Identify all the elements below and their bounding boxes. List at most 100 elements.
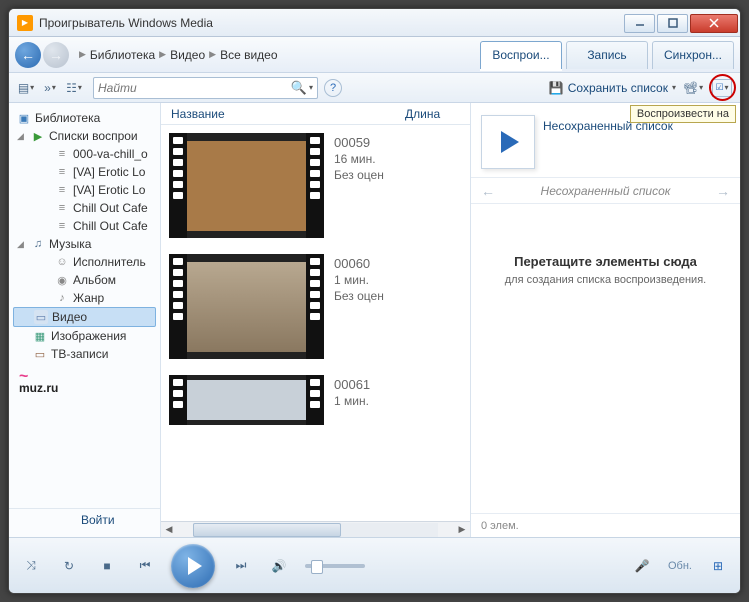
collapse-icon[interactable]: ◢ [17,239,27,250]
video-item[interactable]: 00061 1 мин. [161,367,470,433]
toolbar: ▤ » ☷ 🔍 ▾ ? 💾 Сохранить список ▾ 📽 ☑ Вос… [9,73,740,103]
video-items: 00059 16 мин. Без оцен 00060 1 мин. Без [161,125,470,521]
search-input[interactable] [98,81,291,95]
sidebar-playlist-item[interactable]: ≡[VA] Erotic Lo [9,163,160,181]
signin-link[interactable]: Войти [9,508,160,531]
artist-icon: ☺ [55,255,69,269]
playlist-nav: ← Несохраненный список → [471,178,740,204]
playback-controls: ⤨ ↻ ■ ⏮ ⏭ 🔊 🎤 Обн. ⊞ [9,537,740,593]
video-duration: 1 мин. [334,394,370,408]
item-count: 0 элем. [481,520,519,532]
drop-text-main: Перетащите элементы сюда [491,254,720,269]
play-to-button[interactable]: 📽 [682,77,704,99]
tooltip: Воспроизвести на [630,105,736,123]
app-window: Проигрыватель Windows Media ← → ▶ Библио… [8,8,741,594]
video-thumbnail [169,375,324,425]
next-button[interactable]: ⏭ [229,554,253,578]
help-button[interactable]: ? [324,79,342,97]
options-toggle[interactable]: ☑ [712,79,732,97]
mute-button[interactable]: 🔊 [267,554,291,578]
breadcrumb-library[interactable]: Библиотека [90,48,155,62]
sidebar-music[interactable]: ◢♫Музыка [9,235,160,253]
switch-view-button[interactable]: ⊞ [706,554,730,578]
collapse-icon[interactable]: ◢ [17,131,27,142]
repeat-button[interactable]: ↻ [57,554,81,578]
tab-play[interactable]: Воспрои... [480,41,562,69]
tab-sync[interactable]: Синхрон... [652,41,734,69]
list-header: Название Длина [161,103,470,125]
prev-list-button[interactable]: ← [481,183,495,199]
h-scrollbar[interactable]: ◀ ▶ [161,521,470,537]
sidebar-playlist-item[interactable]: ≡000-va-chill_o [9,145,160,163]
tab-burn[interactable]: Запись [566,41,648,69]
save-icon: 💾 [549,81,564,95]
chevron-down-icon[interactable]: ▾ [309,83,313,92]
next-list-button[interactable]: → [716,183,730,199]
search-icon[interactable]: 🔍 [291,80,307,96]
scroll-thumb[interactable] [193,523,341,537]
breadcrumb-video[interactable]: Видео [170,48,205,62]
video-icon: ▭ [34,310,48,324]
play-button[interactable] [171,544,215,588]
playlist-drop-zone[interactable]: Перетащите элементы сюда для создания сп… [471,204,740,513]
maximize-button[interactable] [657,14,688,33]
sidebar-playlist-item[interactable]: ≡Chill Out Cafe [9,199,160,217]
back-button[interactable]: ← [15,42,41,68]
breadcrumb: ▶ Библиотека ▶ Видео ▶ Все видео [79,48,480,62]
shuffle-button[interactable]: ⤨ [19,554,43,578]
chevron-right-icon: ▶ [209,49,216,60]
video-list: Название Длина 00059 16 мин. Без оцен [161,103,470,537]
album-icon: ◉ [55,273,69,287]
breadcrumb-all-video[interactable]: Все видео [220,48,277,62]
col-name[interactable]: Название [171,107,405,121]
organize-menu[interactable]: ▤ [15,77,37,99]
view-menu[interactable]: ☷ [63,77,85,99]
mic-button[interactable]: 🎤 [630,554,654,578]
chevron-right-icon: ▶ [79,49,86,60]
scroll-right-icon[interactable]: ▶ [454,523,470,537]
stop-button[interactable]: ■ [95,554,119,578]
playlist-subtitle: Несохраненный список [541,184,671,198]
col-length[interactable]: Длина [405,107,460,121]
sidebar-tv[interactable]: ▭ТВ-записи [9,345,160,363]
sidebar-genre[interactable]: ♪Жанр [9,289,160,307]
sidebar-playlists[interactable]: ◢▶Списки воспрои [9,127,160,145]
drop-text-sub: для создания списка воспроизведения. [491,273,720,288]
forward-button[interactable]: → [43,42,69,68]
close-button[interactable] [690,14,738,33]
update-button[interactable]: Обн. [668,560,692,572]
titlebar: Проигрыватель Windows Media [9,9,740,37]
video-item[interactable]: 00060 1 мин. Без оцен [161,246,470,367]
sidebar-library[interactable]: ▣Библиотека [9,109,160,127]
prev-button[interactable]: ⏮ [133,554,157,578]
stream-menu[interactable]: » [39,77,61,99]
music-icon: ♫ [31,237,45,251]
sidebar-images[interactable]: ▦Изображения [9,327,160,345]
video-duration: 1 мин. [334,273,384,287]
minimize-button[interactable] [624,14,655,33]
save-list-button[interactable]: 💾 Сохранить список ▾ [549,81,676,95]
playlist-icon: ▶ [31,129,45,143]
video-id: 00059 [334,135,384,150]
sidebar-playlist-item[interactable]: ≡Chill Out Cafe [9,217,160,235]
video-id: 00061 [334,377,370,392]
sidebar-playlist-item[interactable]: ≡[VA] Erotic Lo [9,181,160,199]
video-item[interactable]: 00059 16 мин. Без оцен [161,125,470,246]
genre-icon: ♪ [55,291,69,305]
sidebar-artist[interactable]: ☺Исполнитель [9,253,160,271]
nav-row: ← → ▶ Библиотека ▶ Видео ▶ Все видео Вос… [9,37,740,73]
window-buttons [624,13,740,33]
list-icon: ≡ [55,147,69,161]
list-icon: ≡ [55,201,69,215]
playlist-footer: 0 элем. [471,513,740,537]
app-icon [17,15,33,31]
library-icon: ▣ [17,111,31,125]
volume-slider[interactable] [305,564,365,568]
sidebar-album[interactable]: ◉Альбом [9,271,160,289]
video-thumbnail [169,133,324,238]
sidebar-muzru[interactable]: muz.ru [9,373,160,395]
sidebar-video[interactable]: ▭Видео [13,307,156,327]
image-icon: ▦ [33,329,47,343]
scroll-left-icon[interactable]: ◀ [161,523,177,537]
search-box: 🔍 ▾ [93,77,318,99]
